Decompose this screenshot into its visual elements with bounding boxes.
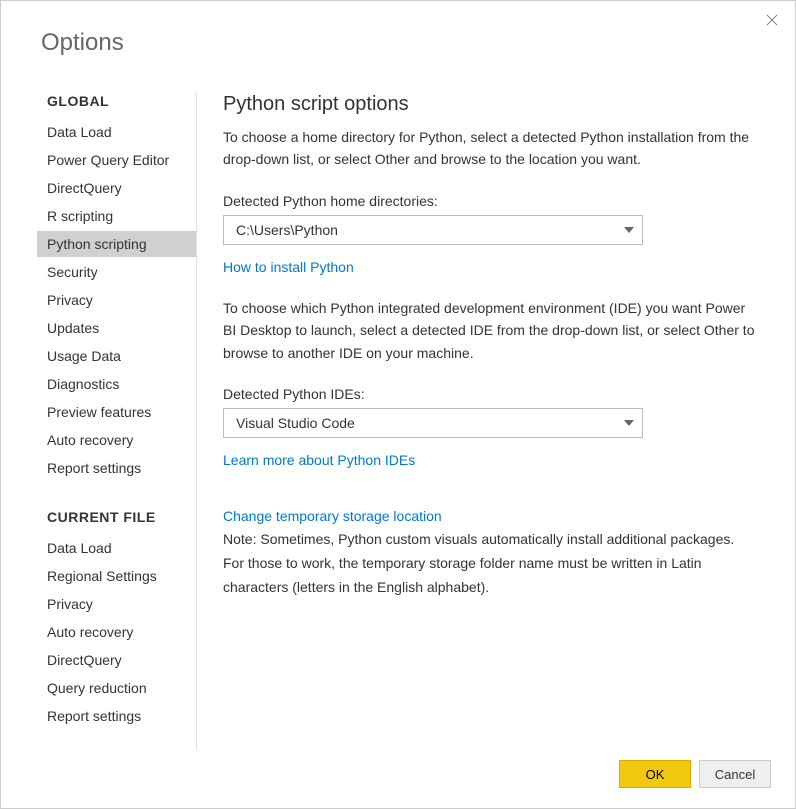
sidebar-item-report-settings[interactable]: Report settings (37, 455, 196, 481)
sidebar-item-python-scripting[interactable]: Python scripting (37, 231, 196, 257)
ide-value: Visual Studio Code (236, 415, 355, 431)
close-icon[interactable] (765, 13, 781, 29)
home-dir-dropdown[interactable]: C:\Users\Python (223, 215, 643, 245)
button-bar: OK Cancel (619, 760, 771, 788)
panel-title: Python script options (223, 93, 759, 116)
sidebar-item-r-scripting[interactable]: R scripting (37, 203, 196, 229)
sidebar-item-security[interactable]: Security (37, 259, 196, 285)
ide-label: Detected Python IDEs: (223, 386, 759, 402)
sidebar-item-auto-recovery[interactable]: Auto recovery (37, 427, 196, 453)
note-text: Note: Sometimes, Python custom visuals a… (223, 528, 759, 599)
section-header-current-file: CURRENT FILE (37, 509, 196, 525)
ide-dropdown[interactable]: Visual Studio Code (223, 408, 643, 438)
panel-intro: To choose a home directory for Python, s… (223, 126, 759, 171)
sidebar-item-directquery[interactable]: DirectQuery (37, 175, 196, 201)
chevron-down-icon (624, 418, 634, 428)
sidebar-item-cf-regional-settings[interactable]: Regional Settings (37, 563, 196, 589)
sidebar-item-preview-features[interactable]: Preview features (37, 399, 196, 425)
chevron-down-icon (624, 225, 634, 235)
home-dir-label: Detected Python home directories: (223, 193, 759, 209)
sidebar-section-current-file: CURRENT FILE Data Load Regional Settings… (37, 509, 196, 729)
home-dir-value: C:\Users\Python (236, 222, 338, 238)
ide-intro: To choose which Python integrated develo… (223, 297, 759, 364)
content-area: GLOBAL Data Load Power Query Editor Dire… (1, 93, 795, 750)
cancel-button[interactable]: Cancel (699, 760, 771, 788)
sidebar-item-cf-privacy[interactable]: Privacy (37, 591, 196, 617)
sidebar-item-privacy[interactable]: Privacy (37, 287, 196, 313)
ok-button[interactable]: OK (619, 760, 691, 788)
sidebar-section-global: GLOBAL Data Load Power Query Editor Dire… (37, 93, 196, 481)
main-panel: Python script options To choose a home d… (197, 93, 795, 750)
sidebar-item-cf-auto-recovery[interactable]: Auto recovery (37, 619, 196, 645)
sidebar-item-cf-query-reduction[interactable]: Query reduction (37, 675, 196, 701)
sidebar: GLOBAL Data Load Power Query Editor Dire… (1, 93, 197, 750)
sidebar-item-usage-data[interactable]: Usage Data (37, 343, 196, 369)
storage-location-link[interactable]: Change temporary storage location (223, 508, 442, 524)
install-python-link[interactable]: How to install Python (223, 259, 354, 275)
sidebar-item-updates[interactable]: Updates (37, 315, 196, 341)
sidebar-item-data-load[interactable]: Data Load (37, 119, 196, 145)
sidebar-item-cf-data-load[interactable]: Data Load (37, 535, 196, 561)
learn-ide-link[interactable]: Learn more about Python IDEs (223, 452, 415, 468)
sidebar-item-power-query-editor[interactable]: Power Query Editor (37, 147, 196, 173)
section-header-global: GLOBAL (37, 93, 196, 109)
dialog-title: Options (1, 1, 795, 57)
sidebar-item-cf-report-settings[interactable]: Report settings (37, 703, 196, 729)
sidebar-item-cf-directquery[interactable]: DirectQuery (37, 647, 196, 673)
sidebar-item-diagnostics[interactable]: Diagnostics (37, 371, 196, 397)
